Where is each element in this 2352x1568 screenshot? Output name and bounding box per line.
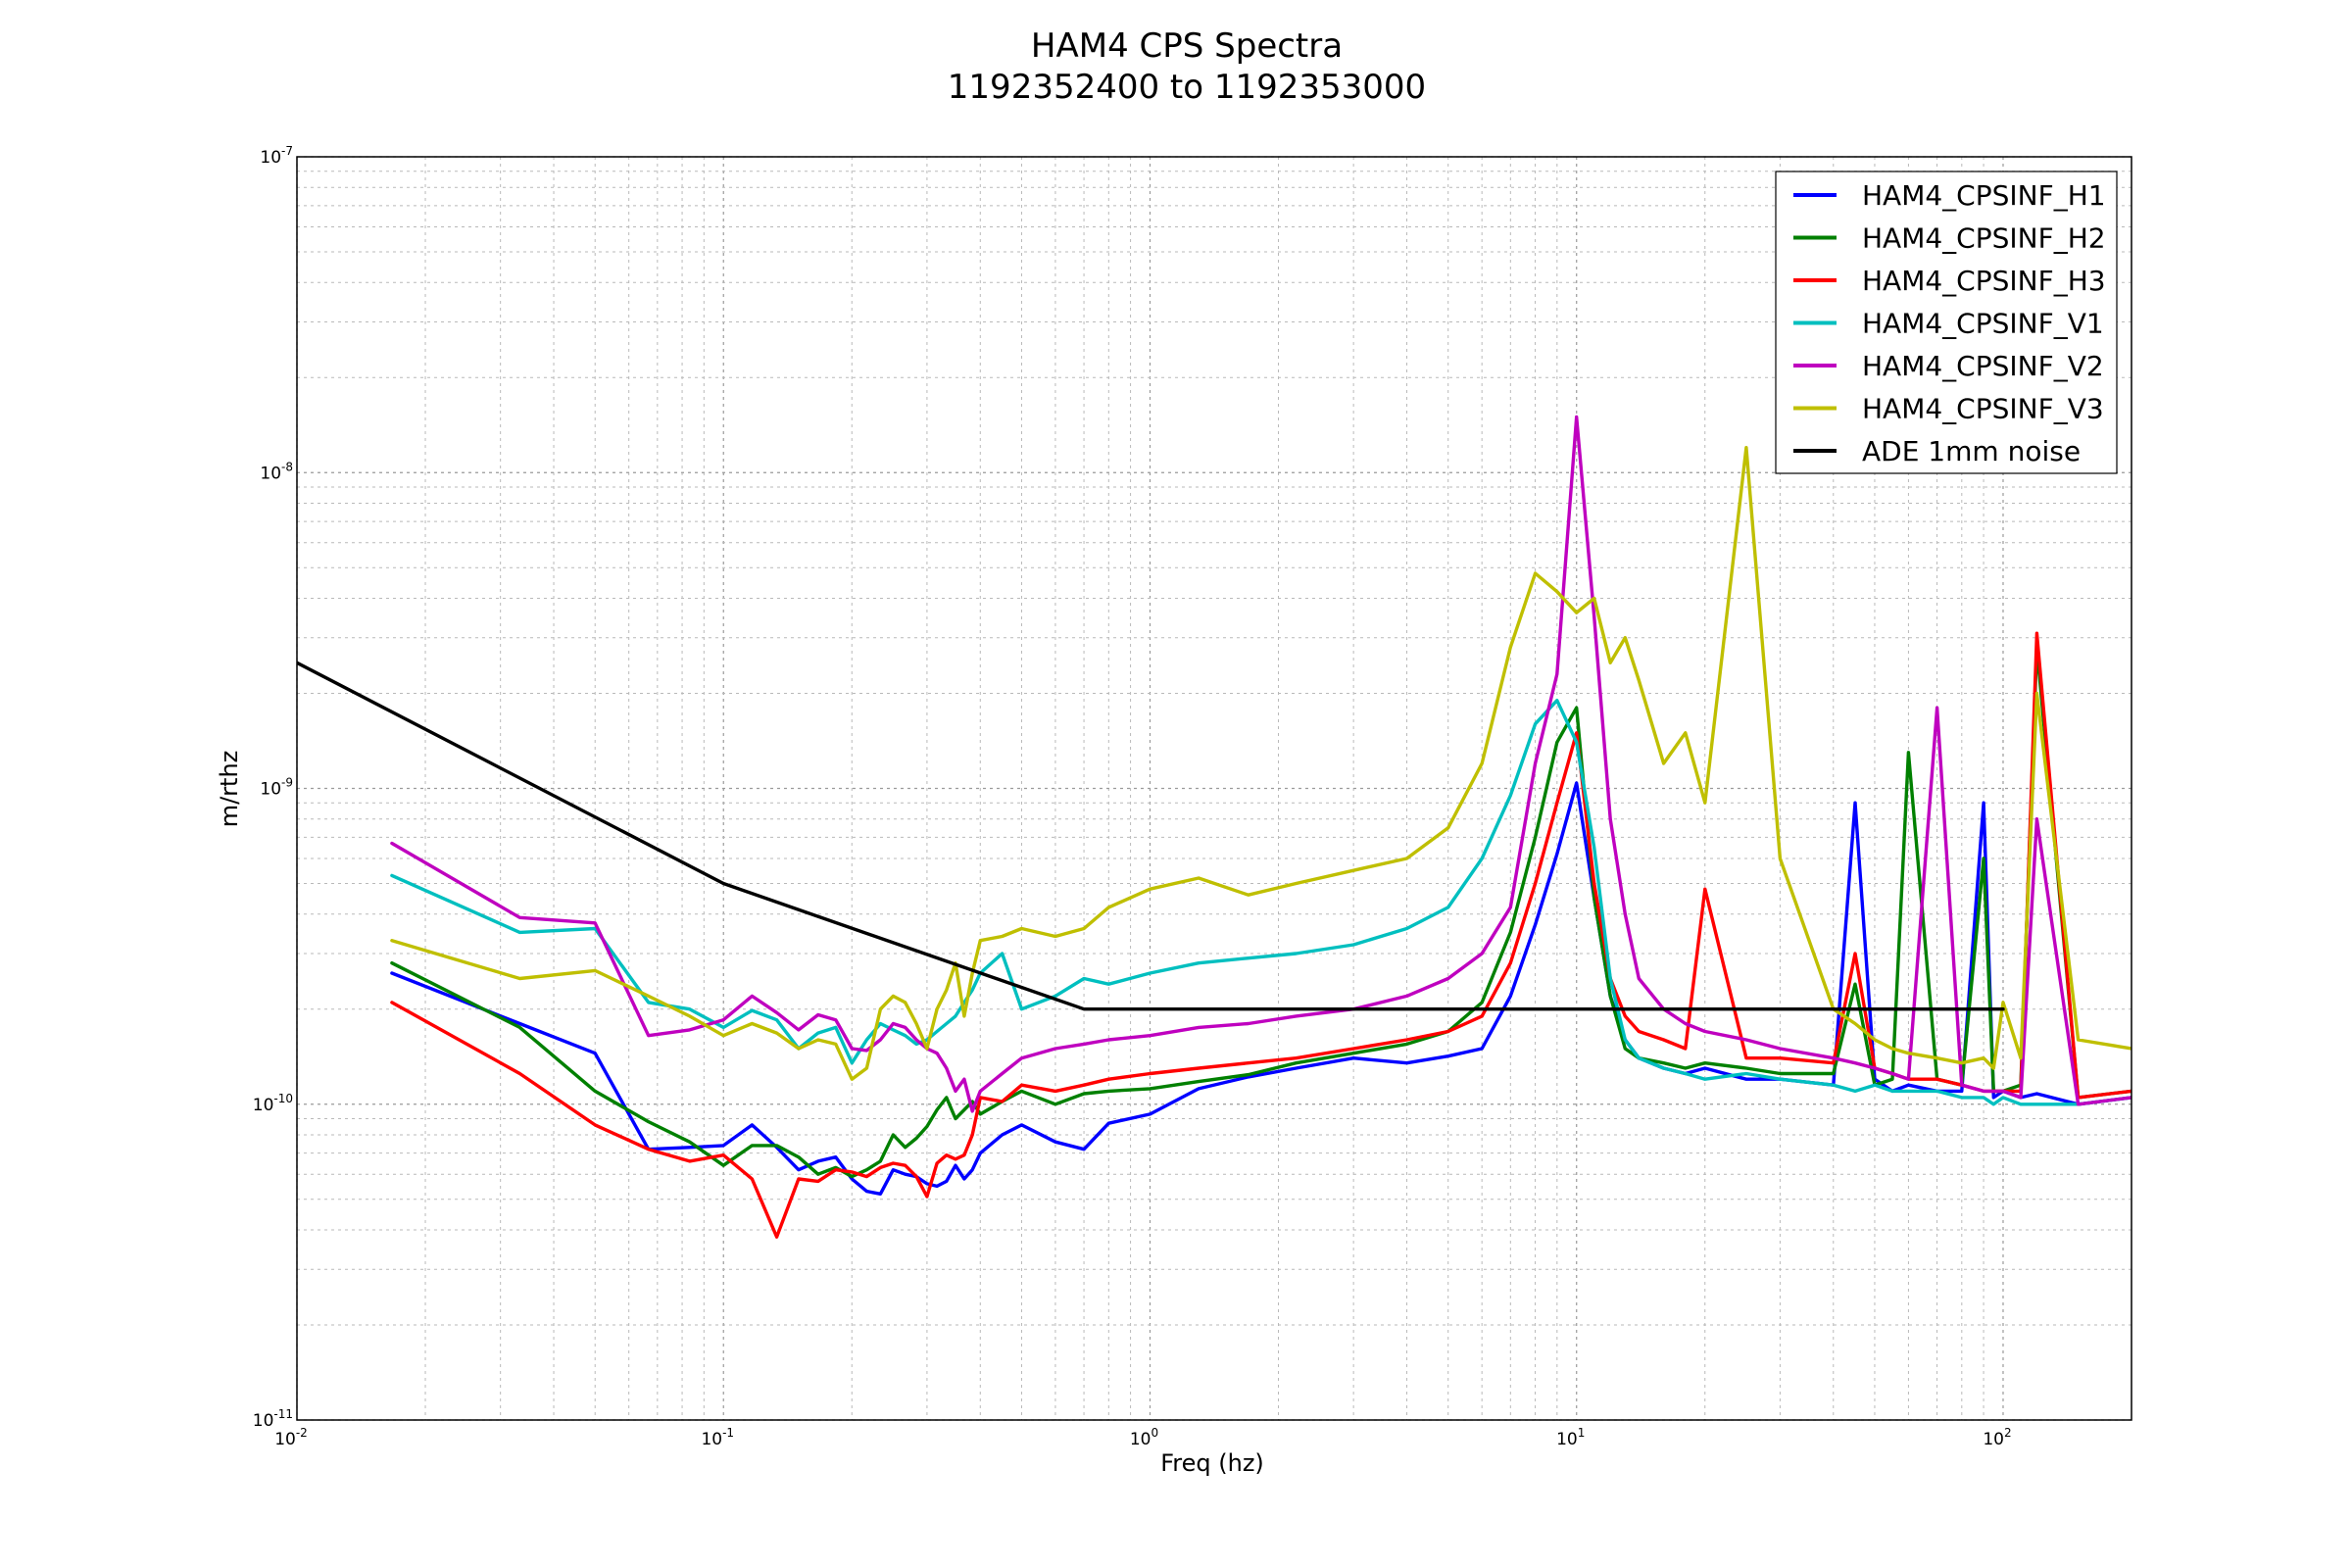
y-axis-label: m/rthz (216, 751, 243, 828)
legend-label-ham4-cpsinf-h1: HAM4_CPSINF_H1 (1862, 179, 2106, 212)
legend-label-ham4-cpsinf-h2: HAM4_CPSINF_H2 (1862, 222, 2106, 255)
legend: HAM4_CPSINF_H1 HAM4_CPSINF_H2 HAM4_CPSINF_… (1775, 171, 2118, 474)
chart-subtitle: 1192352400 to 1192353000 (948, 68, 1426, 107)
chart: HAM4 CPS Spectra 1192352400 to 119235300… (0, 0, 2352, 1568)
legend-label-ham4-cpsinf-v1: HAM4_CPSINF_V1 (1862, 308, 2104, 340)
legend-label-ham4-cpsinf-v3: HAM4_CPSINF_V3 (1862, 393, 2104, 425)
legend-label-ham4-cpsinf-h3: HAM4_CPSINF_H3 (1862, 265, 2106, 297)
chart-title: HAM4 CPS Spectra (1031, 26, 1343, 66)
legend-label-ham4-cpsinf-v2: HAM4_CPSINF_V2 (1862, 350, 2104, 382)
legend-label-ade-1mm-noise: ADE 1mm noise (1862, 435, 2081, 467)
x-axis-label: Freq (hz) (1160, 1449, 1264, 1477)
